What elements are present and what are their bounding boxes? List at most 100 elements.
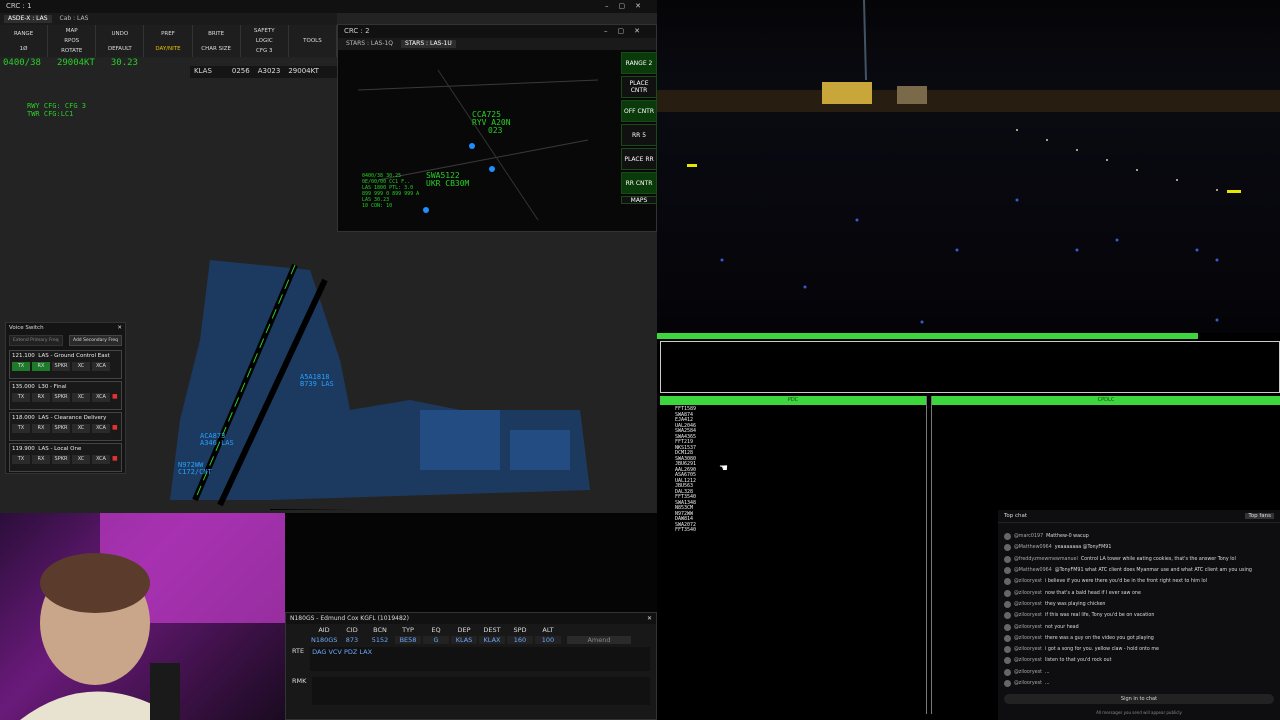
xca-button[interactable]: XCA	[92, 393, 110, 402]
dcb-map-button[interactable]: MAP RPOS ROTATE	[48, 25, 97, 57]
dcb-safety-button[interactable]: SAFETY LOGIC CFG 3	[241, 25, 289, 57]
ssa-line: 10 CON: 10	[362, 203, 393, 209]
rr-button[interactable]: RR 5	[621, 124, 657, 146]
crc2-tabs: STARS : LAS-1Q STARS : LAS-1U	[338, 38, 656, 50]
chat-text: ...	[1045, 681, 1050, 686]
tab-cab[interactable]: Cab : LAS	[56, 15, 93, 23]
amend-button[interactable]: Amend	[567, 636, 631, 644]
rte-row: RTE DAG VCV PDZ LAX	[286, 644, 656, 674]
chat-message: @zilooryest i got a song for you. yellow …	[998, 644, 1280, 655]
aid-field[interactable]: N180GS	[311, 636, 337, 644]
aircraft-target[interactable]	[423, 207, 429, 213]
xca-button[interactable]: XCA	[92, 362, 110, 371]
place-center-button[interactable]: PLACE CNTR	[621, 76, 657, 98]
spd-field[interactable]: 160	[507, 636, 533, 644]
dcb-value: 1Ø	[19, 45, 28, 52]
tab-asdex[interactable]: ASDE-X : LAS	[4, 15, 52, 23]
twr-cfg: TWR CFG:LC1	[27, 110, 74, 118]
range-button[interactable]: RANGE 2	[621, 52, 657, 74]
delete-icon[interactable]: ■	[112, 424, 118, 433]
extend-primary-button[interactable]: Extend Primary Freq	[9, 335, 63, 346]
voice-actions: Extend Primary Freq Add Secondary Freq	[6, 333, 125, 348]
dcb-tools-button[interactable]: TOOLS	[289, 25, 337, 57]
dcb-pref-button[interactable]: PREF DAY/NITE	[144, 25, 193, 57]
tx-button[interactable]: TX	[12, 424, 30, 433]
chat-author: @zilooryest	[1014, 601, 1042, 607]
spkr-button[interactable]: SPKR	[52, 362, 70, 371]
status-line: 0400/38 29004KT 30.23	[3, 58, 138, 68]
avatar	[1004, 567, 1011, 575]
tab-stars-1u[interactable]: STARS : LAS-1U	[401, 40, 456, 48]
ssa-list: 0400/38 30.25 0E/00/00 CC1 F.. LAS 1800 …	[362, 173, 419, 209]
chat-message: @zilooryest...	[998, 667, 1280, 678]
chat-message: @Matthew0964 @TonyFM91 what ATC client do…	[998, 565, 1280, 576]
remarks-field[interactable]	[312, 677, 650, 705]
avatar	[1004, 600, 1011, 608]
eq-field[interactable]: G	[423, 636, 449, 644]
alt-field[interactable]: 100	[535, 636, 561, 644]
typ-field[interactable]: BE58	[395, 636, 421, 644]
xc-button[interactable]: XC	[72, 393, 90, 402]
rx-button[interactable]: RX	[32, 455, 50, 464]
xc-button[interactable]: XC	[72, 424, 90, 433]
tab-stars-1q[interactable]: STARS : LAS-1Q	[342, 40, 397, 48]
target-label[interactable]: ACA873 A346 LAS	[200, 433, 234, 447]
chat-text: if this was real life, Tony you'd be on …	[1045, 613, 1155, 619]
window-controls[interactable]: –▢✕	[605, 2, 651, 11]
xc-button[interactable]: XC	[72, 455, 90, 464]
spkr-button[interactable]: SPKR	[52, 455, 70, 464]
tx-button[interactable]: TX	[12, 362, 30, 371]
airport-map[interactable]	[150, 240, 620, 510]
window-controls[interactable]: –▢✕	[604, 27, 650, 36]
rr-center-button[interactable]: RR CNTR	[621, 172, 657, 194]
add-secondary-button[interactable]: Add Secondary Freq	[68, 335, 122, 346]
delete-icon[interactable]: ■	[112, 455, 118, 464]
tx-button[interactable]: TX	[12, 393, 30, 402]
rx-button[interactable]: RX	[32, 362, 50, 371]
avatar	[1004, 634, 1011, 642]
aircraft-target[interactable]	[489, 166, 495, 172]
data-block[interactable]: CCA725 RYV A20N 023	[472, 111, 511, 135]
rx-button[interactable]: RX	[32, 424, 50, 433]
info-2: A3023	[257, 67, 281, 75]
data-block[interactable]: SWA5122 UKR CB30M	[426, 172, 469, 188]
place-rr-button[interactable]: PLACE RR	[621, 148, 657, 170]
target-label[interactable]: A5A1818 B739 LAS	[300, 374, 334, 388]
fp-header: EQ	[431, 626, 441, 634]
delete-icon[interactable]: ■	[112, 393, 118, 402]
xca-button[interactable]: XCA	[92, 424, 110, 433]
dcb-label: LOGIC	[255, 38, 273, 44]
close-icon[interactable]: ✕	[647, 615, 652, 622]
off-center-button[interactable]: OFF CNTR	[621, 100, 657, 122]
chat-mode-dropdown[interactable]: Top chat	[1004, 513, 1027, 519]
dcb-brite-button[interactable]: BRITE CHAR SIZE	[193, 25, 241, 57]
crc2-titlebar: CRC : 2 –▢✕	[338, 25, 656, 38]
rx-button[interactable]: RX	[32, 393, 50, 402]
dcb-range-button[interactable]: RANGE 1Ø	[0, 25, 49, 57]
freq-label: 118.000 LAS - Clearance Delivery	[12, 415, 119, 421]
tx-button[interactable]: TX	[12, 455, 30, 464]
spkr-button[interactable]: SPKR	[52, 393, 70, 402]
db-line3: 023	[488, 126, 503, 135]
pdc-item[interactable]: FFT3540	[675, 527, 911, 534]
route-field[interactable]: DAG VCV PDZ LAX	[310, 647, 650, 671]
freq-value: 121.100	[12, 353, 35, 359]
xc-button[interactable]: XC	[72, 362, 90, 371]
dcb-undo-button[interactable]: UNDO DEFAULT	[96, 25, 145, 57]
runway-config: RWY CFG: CFG 3 TWR CFG:LC1	[27, 102, 86, 118]
close-icon[interactable]: ✕	[117, 325, 122, 331]
crc1-title: CRC : 1	[6, 2, 32, 10]
freq-label: 121.100 LAS - Ground Control East	[12, 353, 119, 359]
aircraft-target[interactable]	[469, 143, 475, 149]
dest-field[interactable]: KLAX	[479, 636, 505, 644]
xca-button[interactable]: XCA	[92, 455, 110, 464]
dep-field[interactable]: KLAS	[451, 636, 477, 644]
signin-button[interactable]: Sign in to chat	[1004, 694, 1274, 704]
dcb-toolbar: RANGE 1Ø MAP RPOS ROTATE UNDO DEFAULT PREF DA…	[0, 25, 337, 57]
maps-button[interactable]: MAPS	[621, 196, 657, 204]
info-1: 0256	[231, 67, 250, 75]
spkr-button[interactable]: SPKR	[52, 424, 70, 433]
pdc-list[interactable]: FFT1589 SWA874 EJA412 UAL2046 SWA2584 SWA4365…	[660, 405, 926, 536]
target-label[interactable]: N972WW C172/CNT	[178, 462, 212, 476]
freq-name: LAS - Clearance Delivery	[38, 415, 107, 421]
